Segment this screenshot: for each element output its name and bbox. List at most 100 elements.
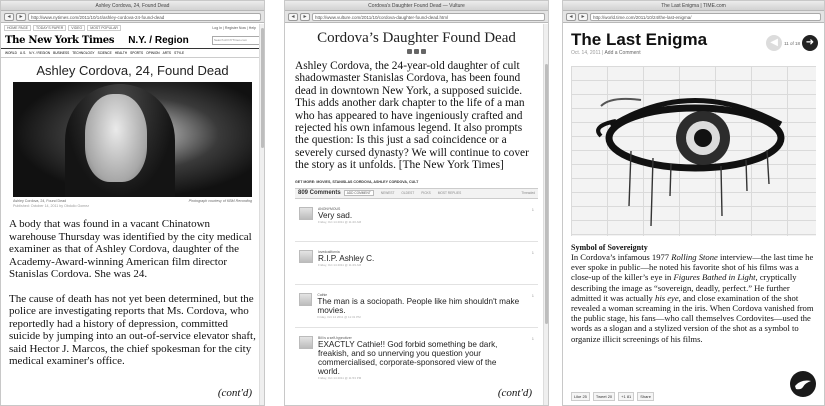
back-icon[interactable]: ◂ <box>566 12 576 21</box>
body-text: In Cordova’s infamous 1977 <box>571 252 672 262</box>
share-button[interactable]: Share <box>637 392 654 401</box>
sort-most-replies[interactable]: MOST REPLIES <box>438 191 462 195</box>
vulture-browser-window: Cordova's Daughter Found Dead — Vulture … <box>284 0 549 406</box>
comment-text: Very sad. <box>318 210 353 220</box>
forward-icon[interactable]: ▸ <box>578 12 588 21</box>
paragraph-1: A body that was found in a vacant Chinat… <box>9 218 252 280</box>
comment-time: Friday, Oct 14 2011 @ 11:29 AM <box>318 262 362 267</box>
url-field[interactable]: http://www.nytimes.com/2011/10/14/ashley… <box>28 12 261 21</box>
search-input[interactable]: Search All NYTimes.com <box>212 36 260 45</box>
nav-style[interactable]: STYLE <box>174 51 184 55</box>
nav-health[interactable]: HEALTH <box>115 51 127 55</box>
nav-ny-region[interactable]: N.Y. / REGION <box>29 51 50 55</box>
nav-opinion[interactable]: OPINION <box>146 51 159 55</box>
nav-us[interactable]: U.S. <box>20 51 26 55</box>
body-italic: Figures Bathed in Light <box>673 272 756 283</box>
facebook-icon[interactable] <box>407 49 412 54</box>
tab-most-popular[interactable]: MOST POPULAR <box>87 25 121 31</box>
url-field[interactable]: http://world.time.com/2011/10/24/the-las… <box>590 12 821 21</box>
add-comment-link[interactable]: Add a Comment <box>604 50 640 56</box>
comment-reply-count[interactable]: 1 <box>532 207 534 212</box>
divider <box>295 283 538 285</box>
arrow-right-icon[interactable]: ➜ <box>802 35 818 51</box>
address-bar-row: ◂ ▸ http://www.nytimes.com/2011/10/14/as… <box>1 11 264 23</box>
comment-count: 809 Comments <box>298 190 341 197</box>
avatar <box>299 335 313 349</box>
article-body: In Cordova’s infamous 1977 Rolling Stone… <box>571 252 816 344</box>
tab-home-page[interactable]: HOME PAGE <box>4 25 31 31</box>
tab-todays-paper[interactable]: TODAY'S PAPER <box>32 25 67 31</box>
back-icon[interactable]: ◂ <box>4 12 14 21</box>
nav-science[interactable]: SCIENCE <box>98 51 112 55</box>
scrollbar[interactable] <box>543 24 548 405</box>
scrollbar[interactable] <box>259 24 264 405</box>
comment-reply-count[interactable]: 1 <box>532 250 534 255</box>
section-nav: WORLD U.S. N.Y. / REGION BUSINESS TECHNO… <box>1 49 264 58</box>
comment: lovedcalifornia R.I.P. Ashley C. Friday,… <box>299 249 538 284</box>
comments-bar: 809 Comments ADD COMMENT NEWEST OLDEST P… <box>295 187 538 199</box>
url-field[interactable]: http://www.vulture.com/2011/10/cordova-d… <box>312 12 545 21</box>
comment-time: Friday, Oct 14 2011 @ 11:53 PM <box>318 375 362 380</box>
divider <box>295 240 538 242</box>
avatar <box>299 292 313 306</box>
forward-icon[interactable]: ▸ <box>300 12 310 21</box>
nav-world[interactable]: WORLD <box>5 51 17 55</box>
email-icon[interactable] <box>421 49 426 54</box>
body-italic: his eye <box>655 292 679 303</box>
article-body: A body that was found in a vacant Chinat… <box>9 218 256 368</box>
article-dateline: Published: October 14, 2011 by Obdulio G… <box>13 204 90 208</box>
tweet-button[interactable]: Tweet 20 <box>592 392 616 401</box>
nyt-browser-window: Ashley Cordova, 24, Found Dead ◂ ▸ http:… <box>0 0 265 406</box>
nav-business[interactable]: BUSINESS <box>53 51 69 55</box>
comment-reply-count[interactable]: 1 <box>532 293 534 298</box>
time-browser-window: The Last Enigma | TIME.com ◂ ▸ http://wo… <box>562 0 825 406</box>
address-bar-row: ◂ ▸ http://world.time.com/2011/10/24/the… <box>563 11 824 23</box>
body-italic: Rolling Stone <box>671 252 718 262</box>
sort-oldest[interactable]: OLDEST <box>401 191 414 195</box>
article-headline: Cordova’s Daughter Found Dead <box>317 30 516 46</box>
comment: ANONYMOUS Very sad. Friday, Oct 14 2011 … <box>299 206 538 241</box>
arrow-left-icon[interactable]: ◀ <box>766 35 783 51</box>
nyt-logo[interactable]: The New York Times <box>5 35 114 46</box>
scroll-thumb[interactable] <box>261 28 264 148</box>
window-title: Cordova's Daughter Found Dead — Vulture <box>285 1 548 11</box>
address-bar-row: ◂ ▸ http://www.vulture.com/2011/10/cordo… <box>285 11 548 23</box>
paragraph-2: The cause of death has not yet been dete… <box>9 292 256 368</box>
comment-text: The man is a sociopath. People like him … <box>317 296 520 315</box>
divider <box>295 326 538 328</box>
add-comment-button[interactable]: ADD COMMENT <box>343 190 374 197</box>
login-links[interactable]: Log In | Register Now | Help <box>212 26 256 30</box>
nav-technology[interactable]: TECHNOLOGY <box>72 51 94 55</box>
sort-picks[interactable]: PICKS <box>421 191 431 195</box>
comment-text: EXACTLY Cathie!! God forbid something be… <box>318 339 498 376</box>
bird-logo <box>790 371 816 397</box>
window-title: Ashley Cordova, 24, Found Dead <box>1 1 264 11</box>
scroll-thumb[interactable] <box>545 64 548 324</box>
share-bar: Like 25 Tweet 20 +1 81 Share <box>571 392 654 401</box>
facebook-like-button[interactable]: Like 25 <box>571 392 590 401</box>
photo-caption-row: Ashley Cordova, 24, Found Dead Photograp… <box>13 199 252 203</box>
forward-icon[interactable]: ▸ <box>16 12 26 21</box>
avatar <box>299 249 313 263</box>
comment-time: Friday, Oct 14 2011 @ 11:31 PM <box>317 314 361 319</box>
share-icons <box>285 49 548 54</box>
window-title: The Last Enigma | TIME.com <box>563 1 824 11</box>
tab-video[interactable]: VIDEO <box>68 25 86 31</box>
masthead: The New York Times N.Y. / Region Search … <box>1 33 264 49</box>
comment-reply-count[interactable]: 1 <box>532 336 534 341</box>
tag-list[interactable]: GET MORE: MOVIES, STANISLAS CORDOVA, ASH… <box>295 180 538 184</box>
bird-icon <box>795 380 811 390</box>
back-icon[interactable]: ◂ <box>288 12 298 21</box>
sort-newest[interactable]: NEWEST <box>381 191 395 195</box>
comment: Cathie The man is a sociopath. People li… <box>299 292 538 327</box>
comment: Bill is a self-hypnotizer EXACTLY Cathie… <box>299 335 538 382</box>
twitter-icon[interactable] <box>414 49 419 54</box>
gallery-count: 11 of 18 <box>784 40 800 46</box>
photo-credit: Photograph courtesy of KBM Recording <box>188 199 252 203</box>
section-title: N.Y. / Region <box>128 35 189 46</box>
threaded-toggle[interactable]: Threaded <box>521 191 535 195</box>
nav-arts[interactable]: ARTS <box>163 51 171 55</box>
comment-text: R.I.P. Ashley C. <box>318 253 375 263</box>
nav-sports[interactable]: SPORTS <box>130 51 143 55</box>
google-plus-button[interactable]: +1 81 <box>618 392 635 401</box>
